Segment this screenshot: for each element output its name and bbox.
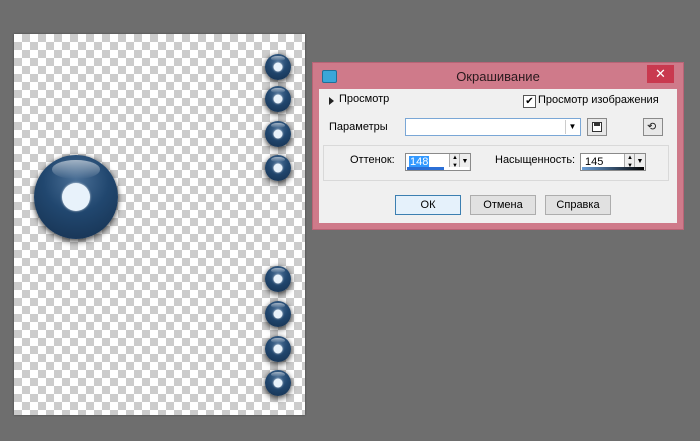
ball-center — [273, 163, 283, 173]
saturation-spinbox[interactable]: 145 ▲ ▼ ▼ — [580, 153, 646, 171]
save-preset-icon — [592, 122, 602, 132]
small-blue-button-graphic — [265, 155, 291, 181]
ball-highlight — [270, 55, 286, 62]
image-preview-checkbox[interactable]: ✔ — [523, 95, 536, 108]
large-blue-button-graphic — [34, 155, 118, 239]
hue-label: Оттенок: — [350, 154, 395, 166]
params-group: Оттенок: 148 ▲ ▼ ▼ Насыщенность: 145 ▲ ▼ ▼ — [323, 145, 669, 181]
ball-center — [273, 309, 283, 319]
ball-highlight — [270, 122, 286, 129]
ball-center — [62, 183, 90, 211]
ball-highlight — [270, 302, 286, 309]
saturation-slider-bar[interactable] — [582, 167, 644, 170]
hue-slider-bar[interactable] — [407, 167, 469, 170]
reset-defaults-icon: ⟲ — [647, 121, 657, 133]
image-preview-label: Просмотр изображения — [538, 94, 659, 106]
small-blue-button-graphic — [265, 336, 291, 362]
image-canvas[interactable] — [14, 34, 305, 415]
ball-highlight — [270, 156, 286, 163]
ok-button[interactable]: ОК — [395, 195, 461, 215]
ball-highlight — [52, 160, 100, 179]
close-button[interactable]: ✕ — [647, 65, 674, 83]
hue-spinbox[interactable]: 148 ▲ ▼ ▼ — [405, 153, 471, 171]
dialog-body: Просмотр ✔ Просмотр изображения Параметр… — [319, 89, 677, 223]
chevron-down-icon[interactable]: ▼ — [565, 120, 579, 134]
small-blue-button-graphic — [265, 301, 291, 327]
ball-center — [273, 274, 283, 284]
presets-label: Параметры — [329, 121, 388, 133]
ball-center — [273, 378, 283, 388]
ball-highlight — [270, 87, 286, 94]
small-blue-button-graphic — [265, 370, 291, 396]
ball-highlight — [270, 267, 286, 274]
dialog-title: Окрашивание — [456, 69, 540, 84]
reset-defaults-button[interactable]: ⟲ — [643, 118, 663, 136]
ball-center — [273, 94, 283, 104]
saturation-label: Насыщенность: — [495, 154, 576, 166]
expand-triangle-icon[interactable] — [329, 97, 334, 105]
ball-center — [273, 129, 283, 139]
preview-toggle-label[interactable]: Просмотр — [339, 93, 389, 105]
dialog-titlebar[interactable]: Окрашивание ✕ — [313, 63, 683, 89]
colorize-dialog: Окрашивание ✕ Просмотр ✔ Просмотр изобра… — [312, 62, 684, 230]
small-blue-button-graphic — [265, 121, 291, 147]
presets-dropdown[interactable]: ▼ — [405, 118, 581, 136]
help-button[interactable]: Справка — [545, 195, 611, 215]
small-blue-button-graphic — [265, 266, 291, 292]
cancel-button[interactable]: Отмена — [470, 195, 536, 215]
ball-center — [273, 344, 283, 354]
small-blue-button-graphic — [265, 86, 291, 112]
save-preset-button[interactable] — [587, 118, 607, 136]
ball-highlight — [270, 337, 286, 344]
ball-center — [273, 62, 283, 72]
small-blue-button-graphic — [265, 54, 291, 80]
ball-highlight — [270, 371, 286, 378]
